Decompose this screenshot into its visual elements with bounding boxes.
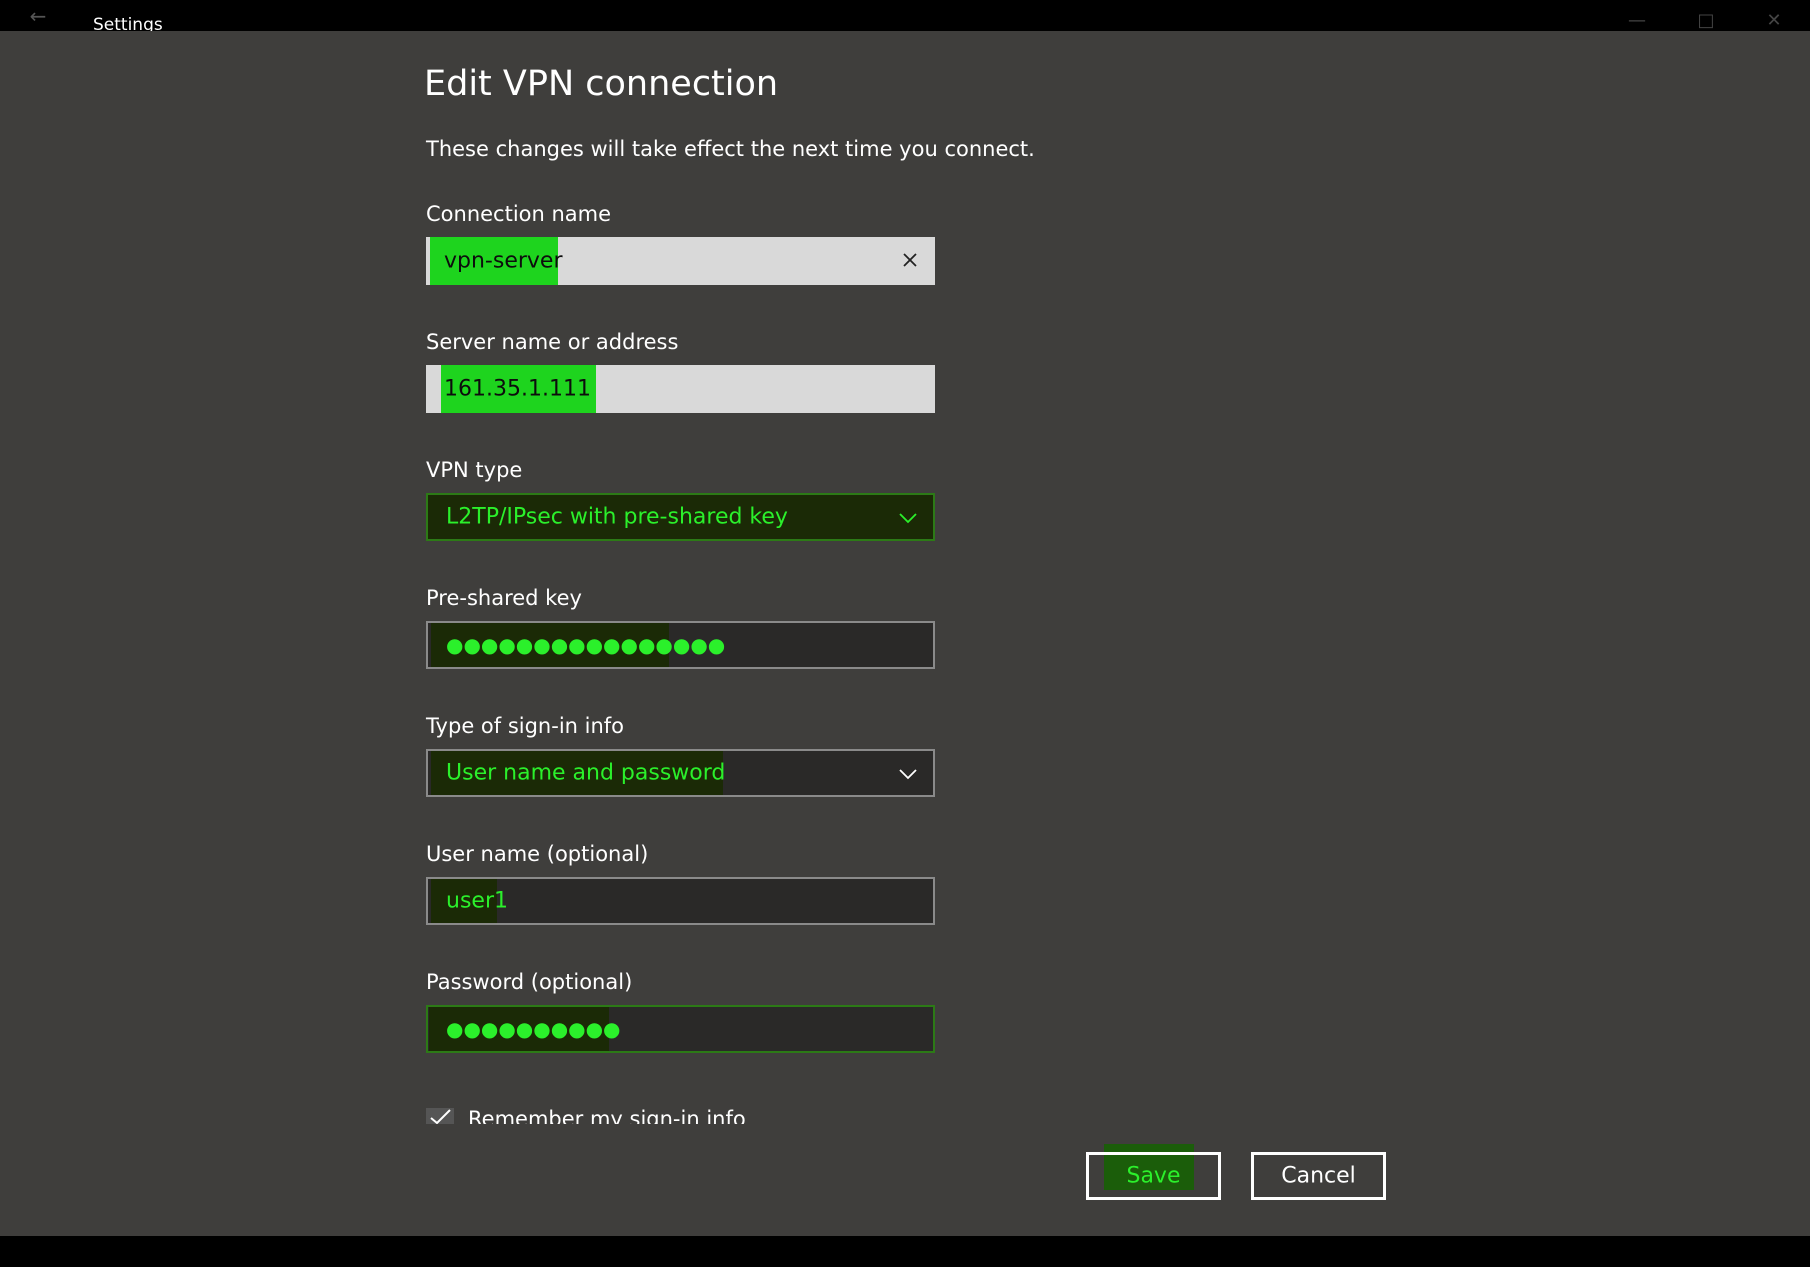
minimize-icon: — <box>1628 10 1646 31</box>
vpn-type-dropdown[interactable]: L2TP/IPsec with pre-shared key <box>426 493 935 541</box>
user-name-input[interactable]: user1 <box>426 877 935 925</box>
page-title: Edit VPN connection <box>424 64 779 104</box>
clear-icon[interactable] <box>899 249 921 271</box>
checkmark-icon <box>426 1108 454 1124</box>
password-value: ●●●●●●●●●● <box>446 1017 621 1041</box>
cancel-button[interactable]: Cancel <box>1251 1152 1386 1200</box>
chevron-down-icon <box>899 513 917 524</box>
taskbar-strip <box>0 1236 1810 1267</box>
server-address-label: Server name or address <box>426 330 679 354</box>
cancel-label: Cancel <box>1281 1163 1356 1189</box>
page-description: These changes will take effect the next … <box>426 137 1035 161</box>
vpn-type-label: VPN type <box>426 458 523 482</box>
close-button[interactable]: ✕ <box>1754 10 1794 31</box>
user-name-value: user1 <box>446 888 508 914</box>
close-icon: ✕ <box>1766 10 1782 31</box>
back-arrow-icon: ← <box>29 4 47 28</box>
sign-in-type-label: Type of sign-in info <box>426 714 625 738</box>
password-input[interactable]: ●●●●●●●●●● <box>426 1005 935 1053</box>
vpn-type-value: L2TP/IPsec with pre-shared key <box>446 504 788 530</box>
connection-name-label: Connection name <box>426 202 612 226</box>
remember-label: Remember my sign-in info <box>468 1107 746 1124</box>
pre-shared-key-input[interactable]: ●●●●●●●●●●●●●●●● <box>426 621 935 669</box>
remember-checkbox[interactable] <box>426 1102 454 1124</box>
password-label: Password (optional) <box>426 970 633 994</box>
user-name-label: User name (optional) <box>426 842 649 866</box>
connection-name-input[interactable]: vpn-server <box>426 237 935 285</box>
pre-shared-key-label: Pre-shared key <box>426 586 582 610</box>
save-label: Save <box>1126 1163 1181 1189</box>
maximize-icon: □ <box>1697 10 1715 31</box>
sign-in-type-value: User name and password <box>446 760 726 786</box>
chevron-down-icon <box>899 769 917 780</box>
pre-shared-key-value: ●●●●●●●●●●●●●●●● <box>446 633 726 657</box>
save-button[interactable]: Save <box>1086 1152 1221 1200</box>
back-button[interactable]: ← <box>22 6 54 26</box>
minimize-button[interactable]: — <box>1617 10 1657 31</box>
sign-in-type-dropdown[interactable]: User name and password <box>426 749 935 797</box>
connection-name-value: vpn-server <box>444 248 563 274</box>
title-bar: ← Settings — □ ✕ <box>0 0 1810 35</box>
settings-window: ← Settings — □ ✕ Edit VPN connection The… <box>0 0 1810 1267</box>
server-address-value: 161.35.1.111 <box>444 376 591 402</box>
server-address-input[interactable]: 161.35.1.111 <box>426 365 935 413</box>
maximize-button[interactable]: □ <box>1686 10 1726 31</box>
